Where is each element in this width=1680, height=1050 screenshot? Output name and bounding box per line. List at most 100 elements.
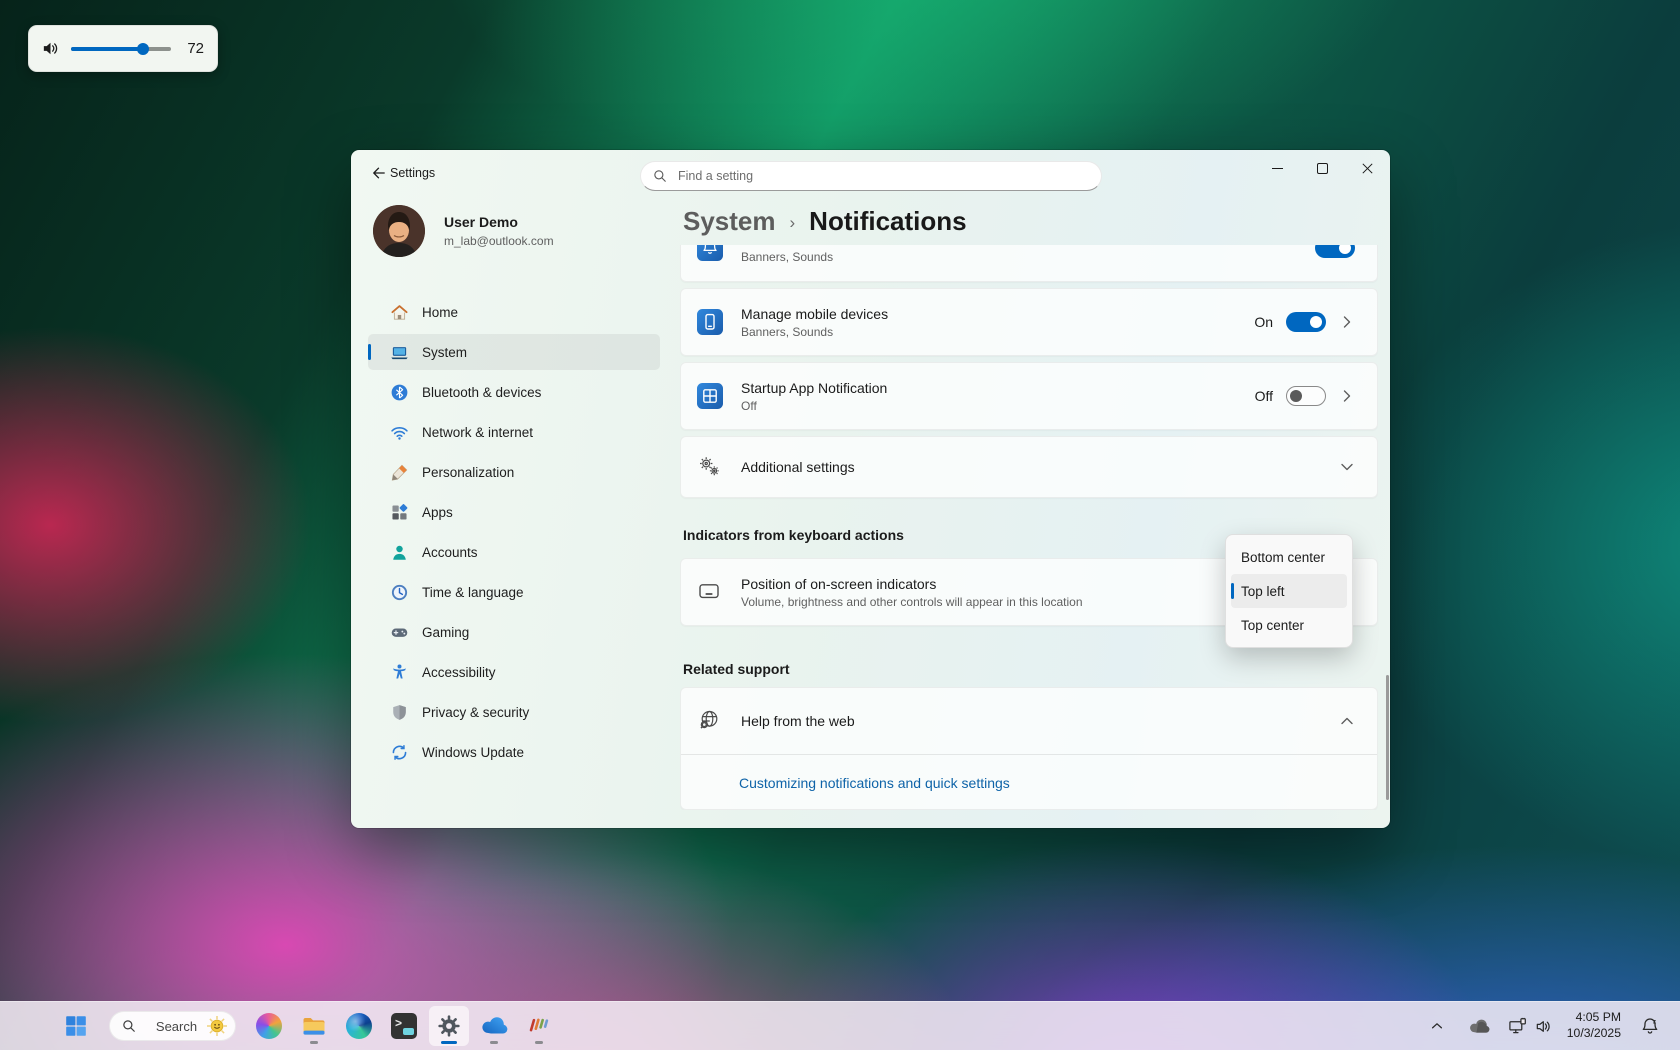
maximize-button[interactable]: [1300, 150, 1345, 186]
page-title: Notifications: [809, 206, 966, 237]
dropdown-item-bottom-center[interactable]: Bottom center: [1231, 540, 1347, 574]
do-not-disturb-bell-icon[interactable]: z: [1630, 1006, 1670, 1046]
volume-slider[interactable]: [71, 47, 171, 51]
copilot-icon[interactable]: [249, 1006, 289, 1046]
running-indicator: [490, 1041, 498, 1044]
help-link-customizing-notifications[interactable]: Customizing notifications and quick sett…: [739, 775, 1010, 791]
volume-value: 72: [182, 40, 204, 57]
settings-search-box[interactable]: [640, 161, 1102, 191]
sidebar-item-accounts[interactable]: Accounts: [368, 534, 660, 570]
toggle-state-label: On: [1254, 314, 1273, 330]
settings-content: Banners, Sounds Manage mobile devices Ba…: [680, 245, 1378, 810]
home-icon: [390, 303, 409, 322]
row-title: Additional settings: [741, 459, 855, 475]
help-from-web-row[interactable]: Help from the web: [681, 688, 1377, 754]
network-icon: [390, 423, 409, 442]
settings-window: Settings User Demo m_lab@outlook.com: [351, 150, 1390, 828]
personalization-icon: [390, 463, 409, 482]
row-title: Help from the web: [741, 713, 855, 729]
sidebar-item-accessibility[interactable]: Accessibility: [368, 654, 660, 690]
row-subtitle: Banners, Sounds: [741, 325, 888, 339]
section-heading-related-support: Related support: [683, 661, 1378, 679]
settings-taskbar-icon[interactable]: [429, 1006, 469, 1046]
row-title: Startup App Notification: [741, 380, 887, 396]
search-input[interactable]: [676, 168, 1089, 184]
toggle-switch[interactable]: [1315, 245, 1355, 258]
file-explorer-icon[interactable]: [294, 1006, 334, 1046]
row-subtitle: Banners, Sounds: [741, 250, 833, 264]
sidebar-item-personalization[interactable]: Personalization: [368, 454, 660, 490]
taskbar-clock[interactable]: 4:05 PM 10/3/2025: [1561, 1010, 1627, 1042]
chevron-right-icon[interactable]: [1339, 388, 1355, 404]
taskbar-search-box[interactable]: Search: [109, 1011, 236, 1041]
active-indicator: [441, 1041, 457, 1044]
toggle-switch[interactable]: [1286, 312, 1326, 332]
window-title: Settings: [390, 166, 435, 180]
sidebar-item-label: Apps: [422, 505, 453, 520]
terminal-icon[interactable]: [384, 1006, 424, 1046]
position-dropdown-menu: Bottom center Top left Top center: [1225, 534, 1353, 648]
accounts-icon: [390, 543, 409, 562]
sidebar: User Demo m_lab@outlook.com Home System …: [368, 196, 668, 774]
toggle-switch[interactable]: [1286, 386, 1326, 406]
setting-row-notifications-clipped[interactable]: Banners, Sounds: [680, 245, 1378, 282]
window-caption-buttons: [1255, 150, 1390, 186]
sidebar-item-label: Gaming: [422, 625, 469, 640]
dropdown-item-top-center[interactable]: Top center: [1231, 608, 1347, 642]
gaming-icon: [390, 623, 409, 642]
running-indicator: [310, 1041, 318, 1044]
running-indicator: [535, 1041, 543, 1044]
pen-strokes-app-icon[interactable]: [519, 1006, 559, 1046]
sidebar-item-privacy-security[interactable]: Privacy & security: [368, 694, 660, 730]
sidebar-item-apps[interactable]: Apps: [368, 494, 660, 530]
desktop: 72 Settings User Demo: [0, 0, 1680, 1050]
row-subtitle: Volume, brightness and other controls wi…: [741, 595, 1083, 609]
chevron-right-icon[interactable]: [1339, 314, 1355, 330]
volume-tray-icon: [1534, 1017, 1553, 1036]
user-name: User Demo: [444, 214, 554, 230]
dropdown-item-top-left[interactable]: Top left: [1231, 574, 1347, 608]
tray-time: 4:05 PM: [1576, 1010, 1621, 1026]
taskbar: Search: [0, 1001, 1680, 1050]
sidebar-item-label: Network & internet: [422, 425, 533, 440]
mobile-devices-icon: [697, 309, 723, 335]
start-button[interactable]: [56, 1006, 96, 1046]
setting-row-additional-settings[interactable]: Additional settings: [680, 436, 1378, 498]
setting-row-startup-app-notification[interactable]: Startup App Notification Off Off: [680, 362, 1378, 430]
toggle-state-label: Off: [1255, 388, 1273, 404]
chevron-down-icon[interactable]: [1339, 459, 1355, 475]
edge-icon[interactable]: [339, 1006, 379, 1046]
volume-slider-thumb[interactable]: [137, 43, 149, 55]
sidebar-item-time-language[interactable]: Time & language: [368, 574, 660, 610]
sidebar-item-system[interactable]: System: [368, 334, 660, 370]
breadcrumb: System › Notifications: [683, 206, 967, 237]
close-button[interactable]: [1345, 150, 1390, 186]
onedrive-icon[interactable]: [474, 1006, 514, 1046]
system-icon: [390, 343, 409, 362]
chevron-up-icon[interactable]: [1339, 713, 1355, 729]
hidden-icons-chevron[interactable]: [1419, 1006, 1455, 1046]
sidebar-item-bluetooth-devices[interactable]: Bluetooth & devices: [368, 374, 660, 410]
time-language-icon: [390, 583, 409, 602]
sidebar-item-windows-update[interactable]: Windows Update: [368, 734, 660, 770]
sidebar-item-label: Home: [422, 305, 458, 320]
minimize-button[interactable]: [1255, 150, 1300, 186]
globe-search-icon: [697, 708, 723, 734]
on-screen-indicator-icon: [697, 579, 723, 605]
setting-row-manage-mobile-devices[interactable]: Manage mobile devices Banners, Sounds On: [680, 288, 1378, 356]
sidebar-item-network-internet[interactable]: Network & internet: [368, 414, 660, 450]
sidebar-item-home[interactable]: Home: [368, 294, 660, 330]
breadcrumb-system[interactable]: System: [683, 206, 776, 237]
user-account-card[interactable]: User Demo m_lab@outlook.com: [373, 205, 668, 257]
windows-update-icon: [390, 743, 409, 762]
row-title: [741, 245, 833, 247]
svg-text:z: z: [1653, 1019, 1656, 1025]
apps-icon: [390, 503, 409, 522]
scrollbar-thumb[interactable]: [1386, 675, 1389, 800]
sidebar-item-gaming[interactable]: Gaming: [368, 614, 660, 650]
bluetooth-icon: [390, 383, 409, 402]
onedrive-tray-cloud-icon[interactable]: [1458, 1006, 1500, 1046]
row-title: Position of on-screen indicators: [741, 576, 1083, 592]
system-tray-network-volume[interactable]: [1503, 1006, 1558, 1046]
shield-icon: [390, 703, 409, 722]
